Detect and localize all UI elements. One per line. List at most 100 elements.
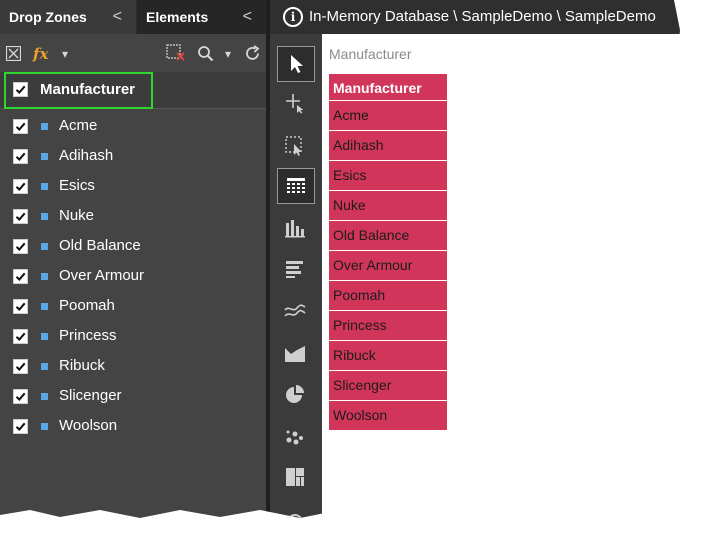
list-item-label: Esics	[59, 177, 95, 194]
bar-chart-icon[interactable]	[277, 252, 313, 286]
collapse-chevron-icon[interactable]: <	[113, 0, 122, 34]
list-item-label: Poomah	[59, 297, 115, 314]
grid-header-cell[interactable]: Manufacturer	[329, 74, 447, 101]
check-icon	[15, 182, 26, 191]
list-item[interactable]: Adihash	[0, 141, 266, 171]
area-chart-icon[interactable]	[277, 336, 313, 370]
search-dropdown-icon[interactable]: ▾	[225, 44, 231, 64]
list-item[interactable]: Nuke	[0, 201, 266, 231]
visual-type-strip	[270, 34, 322, 518]
check-icon	[15, 422, 26, 431]
grid-cell-label: Acme	[333, 107, 369, 123]
line-chart-icon[interactable]	[277, 294, 313, 328]
list-item-label: Slicenger	[59, 387, 122, 404]
grid-cell-label: Slicenger	[333, 377, 392, 393]
item-checkbox[interactable]	[13, 419, 28, 434]
list-item[interactable]: Slicenger	[0, 381, 266, 411]
grid-cell[interactable]: Acme	[329, 101, 447, 131]
check-icon	[15, 212, 26, 221]
panel-tabs: Drop Zones < Elements <	[0, 0, 266, 34]
check-icon	[15, 242, 26, 251]
item-checkbox[interactable]	[13, 119, 28, 134]
list-item[interactable]: Princess	[0, 321, 266, 351]
grid-header-label: Manufacturer	[333, 80, 422, 96]
list-item-label: Nuke	[59, 207, 95, 224]
hierarchy-header-label: Manufacturer	[40, 81, 136, 98]
check-icon	[15, 362, 26, 371]
grid-cell-label: Nuke	[333, 197, 366, 213]
grid-cell[interactable]: Poomah	[329, 281, 447, 311]
grid-cell[interactable]: Esics	[329, 161, 447, 191]
item-checkbox[interactable]	[13, 299, 28, 314]
grid-cell[interactable]: Slicenger	[329, 371, 447, 401]
grid-cell[interactable]: Ribuck	[329, 341, 447, 371]
data-source-path: In-Memory Database \ SampleDemo \ Sample…	[309, 8, 656, 25]
info-icon[interactable]: i	[283, 7, 303, 27]
grid-cell[interactable]: Adihash	[329, 131, 447, 161]
item-checkbox[interactable]	[13, 329, 28, 344]
grid-cell-label: Poomah	[333, 287, 386, 303]
list-item-label: Adihash	[59, 147, 114, 164]
grid-cell[interactable]: Old Balance	[329, 221, 447, 251]
check-icon	[15, 122, 26, 131]
screenshot-frame: Drop Zones < Elements < fx ▾ ▾ Manufactu…	[0, 0, 684, 518]
list-item-label: Old Balance	[59, 237, 141, 254]
check-icon	[15, 272, 26, 281]
item-checkbox[interactable]	[13, 209, 28, 224]
refresh-icon[interactable]	[244, 45, 261, 62]
member-square-icon	[41, 303, 48, 310]
item-checkbox[interactable]	[13, 269, 28, 284]
formula-dropdown-icon[interactable]: ▾	[62, 44, 68, 64]
grid-cell-label: Esics	[333, 167, 367, 183]
grid-cell[interactable]: Nuke	[329, 191, 447, 221]
list-item[interactable]: Acme	[0, 111, 266, 141]
search-icon[interactable]	[197, 45, 214, 62]
pie-chart-icon[interactable]	[277, 377, 313, 411]
item-checkbox[interactable]	[13, 359, 28, 374]
list-item[interactable]: Ribuck	[0, 351, 266, 381]
list-item-label: Woolson	[59, 417, 118, 434]
check-icon	[15, 332, 26, 341]
list-item[interactable]: Old Balance	[0, 231, 266, 261]
member-square-icon	[41, 243, 48, 250]
list-item-label: Acme	[59, 117, 98, 134]
member-square-icon	[41, 273, 48, 280]
tab-drop-zones-label: Drop Zones	[9, 9, 87, 25]
formula-icon[interactable]: fx	[33, 44, 48, 64]
clear-filter-icon[interactable]	[6, 46, 21, 61]
list-item[interactable]: Poomah	[0, 291, 266, 321]
grid-cell[interactable]: Over Armour	[329, 251, 447, 281]
grid-table-icon[interactable]	[277, 168, 315, 204]
member-square-icon	[41, 213, 48, 220]
grid-cell-label: Princess	[333, 317, 387, 333]
list-item[interactable]: Esics	[0, 171, 266, 201]
treemap-icon[interactable]	[277, 460, 313, 494]
tab-elements-label: Elements	[146, 9, 209, 25]
select-all-checkbox[interactable]	[13, 82, 28, 97]
item-checkbox[interactable]	[13, 239, 28, 254]
remove-selection-icon[interactable]	[166, 44, 186, 62]
collapse-chevron-icon[interactable]: <	[243, 0, 252, 34]
grid-cell-label: Woolson	[333, 407, 388, 423]
list-item[interactable]: Over Armour	[0, 261, 266, 291]
scatter-icon[interactable]	[277, 420, 313, 454]
select-pointer-icon[interactable]	[277, 46, 315, 82]
grid-cell[interactable]: Princess	[329, 311, 447, 341]
tab-drop-zones[interactable]: Drop Zones <	[0, 0, 136, 34]
member-square-icon	[41, 153, 48, 160]
move-cross-icon[interactable]	[277, 86, 313, 120]
grid-cell-label: Ribuck	[333, 347, 376, 363]
check-icon	[15, 302, 26, 311]
area-select-icon[interactable]	[277, 129, 313, 163]
grid-cell-label: Old Balance	[333, 227, 410, 243]
item-checkbox[interactable]	[13, 179, 28, 194]
grid-cell[interactable]: Woolson	[329, 401, 447, 431]
item-checkbox[interactable]	[13, 149, 28, 164]
list-item-label: Ribuck	[59, 357, 105, 374]
more-visuals-icon[interactable]	[277, 502, 313, 518]
column-chart-icon[interactable]	[277, 211, 313, 245]
list-item[interactable]: Woolson	[0, 411, 266, 441]
tab-elements[interactable]: Elements <	[137, 0, 266, 34]
item-checkbox[interactable]	[13, 389, 28, 404]
check-icon	[15, 85, 26, 94]
